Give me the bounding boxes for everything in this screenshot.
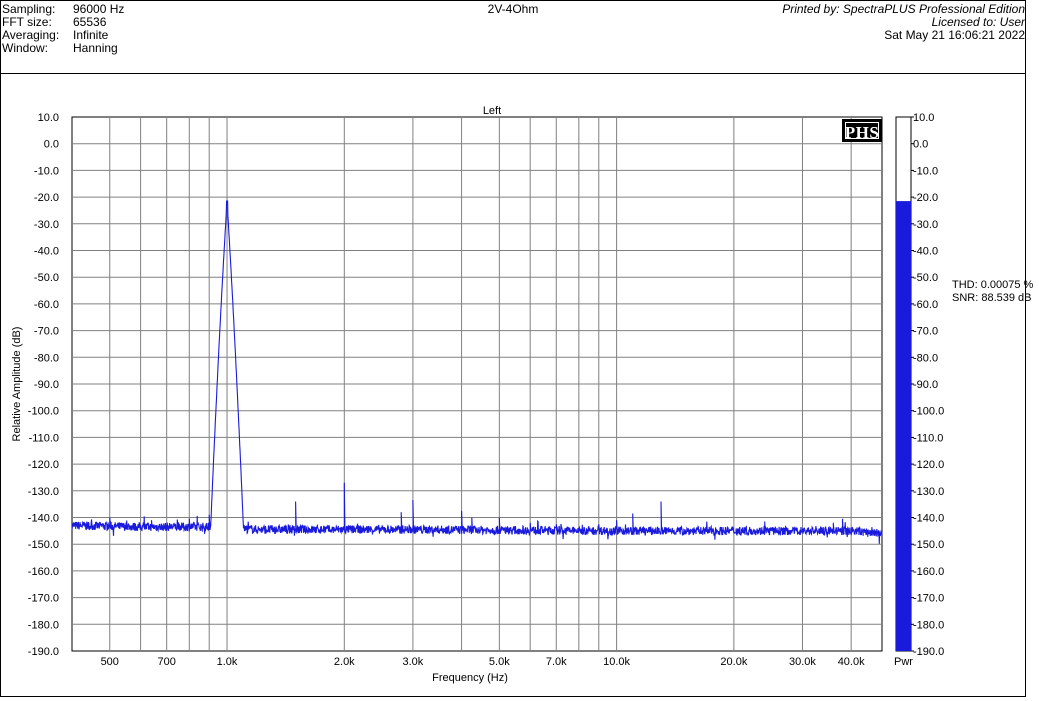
x-tick-label: 2.0k bbox=[334, 656, 355, 668]
y-tick-label: -30.0 bbox=[34, 219, 59, 231]
y-tick-label: -100.0 bbox=[28, 406, 59, 418]
power-bar-tick-label: -130.0 bbox=[913, 486, 944, 498]
chart-title: Left bbox=[483, 105, 501, 117]
y-tick-label: -140.0 bbox=[28, 513, 59, 525]
x-tick-label: 10.0k bbox=[603, 656, 630, 668]
power-bar-fill bbox=[896, 201, 911, 652]
power-bar-tick-label: -120.0 bbox=[913, 459, 944, 471]
power-bar-tick-label: -180.0 bbox=[913, 619, 944, 631]
power-bar-tick-label: -140.0 bbox=[913, 513, 944, 525]
y-tick-label: -180.0 bbox=[28, 619, 59, 631]
y-tick-label: -10.0 bbox=[34, 165, 59, 177]
power-bar-tick-label: -10.0 bbox=[913, 165, 938, 177]
y-tick-label: -110.0 bbox=[29, 432, 59, 444]
power-bar-tick-label: -50.0 bbox=[913, 272, 938, 284]
power-bar-label: Pwr bbox=[894, 656, 913, 668]
power-bar-tick-label: -110.0 bbox=[913, 432, 943, 444]
power-bar-tick-label: 10.0 bbox=[913, 112, 934, 124]
x-tick-label: 500 bbox=[101, 656, 119, 668]
power-bar-tick-label: -20.0 bbox=[913, 192, 938, 204]
power-bar-tick-label: -60.0 bbox=[913, 299, 938, 311]
power-bar-tick-label: -150.0 bbox=[913, 539, 944, 551]
x-tick-label: 700 bbox=[158, 656, 176, 668]
x-tick-label: 1.0k bbox=[217, 656, 238, 668]
x-tick-label: 30.0k bbox=[789, 656, 816, 668]
power-bar-tick-label: -190.0 bbox=[913, 646, 944, 658]
x-tick-label: 5.0k bbox=[489, 656, 510, 668]
power-bar-tick-label: -100.0 bbox=[913, 406, 944, 418]
y-tick-label: 10.0 bbox=[38, 112, 59, 124]
y-tick-label: -170.0 bbox=[28, 593, 59, 605]
power-bar-tick-label: 0.0 bbox=[913, 139, 928, 151]
power-bar-tick-label: -160.0 bbox=[913, 566, 944, 578]
phs-logo: PHS bbox=[842, 119, 882, 142]
x-tick-label: 40.0k bbox=[838, 656, 865, 668]
spectrum-chart: 10.0 0.0 -10.0 -20.0 -30.0 -40.0 -50.0 -60.0 -70… bbox=[11, 105, 944, 684]
y-tick-label: -70.0 bbox=[34, 326, 59, 338]
y-tick-label: -190.0 bbox=[28, 646, 59, 658]
y-tick-label: -60.0 bbox=[34, 299, 59, 311]
y-tick-label: -160.0 bbox=[28, 566, 59, 578]
y-tick-label: -150.0 bbox=[28, 539, 59, 551]
y-tick-label: -120.0 bbox=[28, 459, 59, 471]
y-tick-label: -20.0 bbox=[34, 192, 59, 204]
y-axis-title: Relative Amplitude (dB) bbox=[11, 327, 23, 442]
y-tick-label: -40.0 bbox=[34, 246, 59, 258]
thd-readout: THD: 0.00075 % bbox=[952, 279, 1034, 291]
power-bar-tick-label: -30.0 bbox=[913, 219, 938, 231]
x-tick-label: 20.0k bbox=[720, 656, 747, 668]
power-bar-tick-label: -170.0 bbox=[913, 593, 944, 605]
y-tick-label: 0.0 bbox=[44, 139, 59, 151]
power-bar-tick-label: -40.0 bbox=[913, 246, 938, 258]
power-bar-tick-label: -90.0 bbox=[913, 379, 938, 391]
x-axis-title: Frequency (Hz) bbox=[432, 672, 508, 684]
y-tick-label: -130.0 bbox=[28, 486, 59, 498]
y-tick-label: -50.0 bbox=[34, 272, 59, 284]
y-tick-label: -80.0 bbox=[34, 352, 59, 364]
x-tick-label: 3.0k bbox=[403, 656, 424, 668]
x-tick-label: 7.0k bbox=[546, 656, 567, 668]
power-bar-tick-label: -80.0 bbox=[913, 352, 938, 364]
snr-readout: SNR: 88.539 dB bbox=[952, 292, 1032, 304]
power-bar-tick-label: -70.0 bbox=[913, 326, 938, 338]
y-tick-label: -90.0 bbox=[34, 379, 59, 391]
